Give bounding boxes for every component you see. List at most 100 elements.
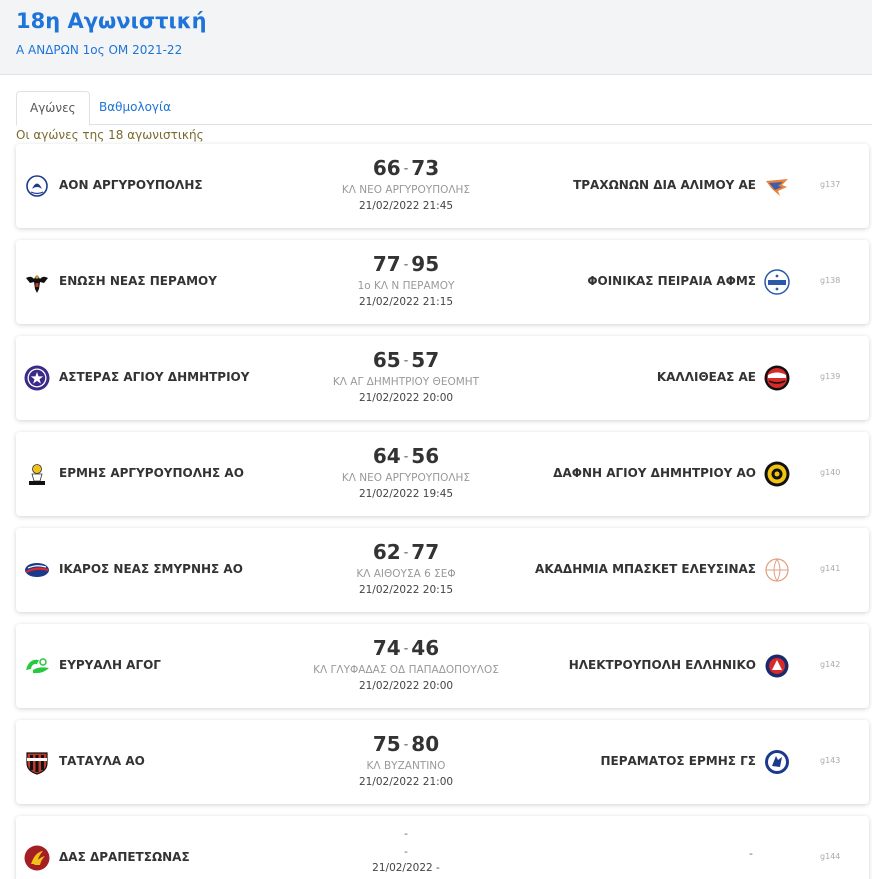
away-team: ΠΕΡΑΜΑΤΟΣ ΕΡΜΗΣ ΓΣ <box>600 754 756 768</box>
home-score: 75 <box>372 732 401 756</box>
match-card[interactable]: ΤΑΤΑΥΛΑ ΑΟ 75-80 ΚΛ ΒΥΖΑΝΤΙΝΟ 21/02/2022… <box>16 720 869 804</box>
away-score: 95 <box>411 252 440 276</box>
page-header: 18η Αγωνιστική Α ΑΝΔΡΩΝ 1ος ΟΜ 2021-22 <box>0 0 872 75</box>
score-separator: - <box>403 642 409 655</box>
match-result: 66-73 ΚΛ ΝΕΟ ΑΡΓΥΡΟΥΠΟΛΗΣ 21/02/2022 21:… <box>256 154 556 216</box>
away-team: ΔΑΦΝΗ ΑΓΙΟΥ ΔΗΜΗΤΡΙΟΥ ΑΟ <box>553 466 756 480</box>
venue: ΚΛ ΑΓ ΔΗΜΗΤΡΙΟΥ ΘΕΟΜΗΤ <box>332 376 480 388</box>
score-separator: - <box>403 258 409 271</box>
match-card[interactable]: ΕΝΩΣΗ ΝΕΑΣ ΠΕΡΑΜΟΥ 77-95 1ο ΚΛ Ν ΠΕΡΑΜΟΥ… <box>16 240 869 324</box>
tab-games[interactable]: Αγώνες <box>16 91 90 126</box>
match-card[interactable]: ΑΣΤΕΡΑΣ ΑΓΙΟΥ ΔΗΜΗΤΡΙΟΥ 65-57 ΚΛ ΑΓ ΔΗΜΗ… <box>16 336 869 420</box>
score: 62-77 <box>256 538 556 566</box>
game-id: g142 <box>820 660 841 669</box>
venue: ΚΛ ΝΕΟ ΑΡΓΥΡΟΥΠΟΛΗΣ <box>341 184 471 196</box>
score-separator: - <box>403 546 409 559</box>
game-id: g139 <box>820 372 841 381</box>
tab-standings[interactable]: Βαθμολογία <box>86 91 184 125</box>
home-team: ΕΡΜΗΣ ΑΡΓΥΡΟΥΠΟΛΗΣ ΑΟ <box>59 466 244 480</box>
score: 77-95 <box>256 250 556 278</box>
match-card[interactable]: ΑΟΝ ΑΡΓΥΡΟΥΠΟΛΗΣ 66-73 ΚΛ ΝΕΟ ΑΡΓΥΡΟΥΠΟΛ… <box>16 144 869 228</box>
peramatos-crest-icon <box>765 750 789 774</box>
venue: ΚΛ ΑΙΘΟΥΣΑ 6 ΣΕΦ <box>356 568 456 580</box>
tatavla-shield-icon <box>26 752 48 775</box>
match-result: 74-46 ΚΛ ΓΛΥΦΑΔΑΣ ΟΔ ΠΑΠΑΔΟΠΟΥΛΟΣ 21/02/… <box>256 634 556 696</box>
tab-bar: Αγώνες Βαθμολογία <box>16 91 872 126</box>
match-card[interactable]: ΙΚΑΡΟΣ ΝΕΑΣ ΣΜΥΡΝΗΣ ΑΟ 62-77 ΚΛ ΑΙΘΟΥΣΑ … <box>16 528 869 612</box>
score-separator: - <box>403 162 409 175</box>
match-result: 65-57 ΚΛ ΑΓ ΔΗΜΗΤΡΙΟΥ ΘΕΟΜΗΤ 21/02/2022 … <box>256 346 556 408</box>
drapetsona-crest-icon <box>24 845 50 871</box>
match-card[interactable]: ΕΡΜΗΣ ΑΡΓΥΡΟΥΠΟΛΗΣ ΑΟ 64-56 ΚΛ ΝΕΟ ΑΡΓΥΡ… <box>16 432 869 516</box>
home-score: 77 <box>372 252 401 276</box>
score-separator: - <box>403 450 409 463</box>
game-id: g137 <box>820 180 841 189</box>
eagle-crest-icon <box>26 275 48 293</box>
away-score: 56 <box>411 444 440 468</box>
score: 74-46 <box>256 634 556 662</box>
ikaros-crest-icon <box>25 563 49 577</box>
away-score: 57 <box>411 348 440 372</box>
match-datetime: 21/02/2022 - <box>372 862 440 874</box>
home-team: ΤΑΤΑΥΛΑ ΑΟ <box>59 754 145 768</box>
away-score: 77 <box>411 540 440 564</box>
venue-placeholder: - <box>404 846 408 858</box>
match-datetime: 21/02/2022 19:45 <box>358 488 454 500</box>
score: 65-57 <box>256 346 556 374</box>
home-team: ΔΑΣ ΔΡΑΠΕΤΣΩΝΑΣ <box>59 850 190 864</box>
match-datetime: 21/02/2022 20:00 <box>358 392 454 404</box>
home-score: 74 <box>372 636 401 660</box>
aon-crest-icon <box>26 175 48 197</box>
match-datetime: 21/02/2022 21:15 <box>358 296 454 308</box>
away-team: ΑΚΑΔΗΜΙΑ ΜΠΑΣΚΕΤ ΕΛΕΥΣΙΝΑΣ <box>535 562 756 576</box>
match-card[interactable]: ΕΥΡΥΑΛΗ ΑΓΟΓ 74-46 ΚΛ ΓΛΥΦΑΔΑΣ ΟΔ ΠΑΠΑΔΟ… <box>16 624 869 708</box>
match-result: 77-95 1ο ΚΛ Ν ΠΕΡΑΜΟΥ 21/02/2022 21:15 <box>256 250 556 312</box>
match-datetime: 21/02/2022 21:45 <box>358 200 454 212</box>
score: 75-80 <box>256 730 556 758</box>
kallithea-crest-icon <box>764 365 790 391</box>
home-team: ΕΝΩΣΗ ΝΕΑΣ ΠΕΡΑΜΟΥ <box>59 274 217 288</box>
score: 64-56 <box>256 442 556 470</box>
star-crest-icon <box>24 365 50 391</box>
away-score: 46 <box>411 636 440 660</box>
away-team: - <box>749 847 753 860</box>
page-title: 18η Αγωνιστική <box>16 9 207 33</box>
away-score: 80 <box>411 732 440 756</box>
evryali-green-icon <box>26 658 49 674</box>
game-id: g143 <box>820 756 841 765</box>
score: 66-73 <box>256 154 556 182</box>
home-team: ΕΥΡΥΑΛΗ ΑΓΟΓ <box>59 658 161 672</box>
home-score: 62 <box>372 540 401 564</box>
trachones-bird-icon <box>766 179 788 196</box>
venue: 1ο ΚΛ Ν ΠΕΡΑΜΟΥ <box>357 280 455 292</box>
game-id: g138 <box>820 276 841 285</box>
game-id: g140 <box>820 468 841 477</box>
venue: ΚΛ ΓΛΥΦΑΔΑΣ ΟΔ ΠΑΠΑΔΟΠΟΥΛΟΣ <box>313 664 499 676</box>
match-result: 64-56 ΚΛ ΝΕΟ ΑΡΓΥΡΟΥΠΟΛΗΣ 21/02/2022 19:… <box>256 442 556 504</box>
away-team: ΚΑΛΛΙΘΕΑΣ ΑΕ <box>656 370 756 384</box>
games-intro: Οι αγώνες της 18 αγωνιστικής <box>16 128 204 142</box>
home-team: ΙΚΑΡΟΣ ΝΕΑΣ ΣΜΥΡΝΗΣ ΑΟ <box>59 562 243 576</box>
score-separator: - <box>403 354 409 367</box>
match-datetime: 21/02/2022 20:15 <box>358 584 454 596</box>
foinikas-1949-icon <box>764 269 790 295</box>
ermis-crest-icon <box>29 464 45 485</box>
home-score: 64 <box>372 444 401 468</box>
match-result: 75-80 ΚΛ ΒΥΖΑΝΤΙΝΟ 21/02/2022 21:00 <box>256 730 556 792</box>
score-placeholder: - <box>404 827 408 840</box>
match-datetime: 21/02/2022 21:00 <box>358 776 454 788</box>
match-result: 62-77 ΚΛ ΑΙΘΟΥΣΑ 6 ΣΕΦ 21/02/2022 20:15 <box>256 538 556 600</box>
match-result: - - 21/02/2022 - <box>256 824 556 878</box>
home-score: 66 <box>372 156 401 180</box>
venue: ΚΛ ΝΕΟ ΑΡΓΥΡΟΥΠΟΛΗΣ <box>341 472 471 484</box>
home-team: ΑΣΤΕΡΑΣ ΑΓΙΟΥ ΔΗΜΗΤΡΙΟΥ <box>59 370 250 384</box>
page-subtitle: Α ΑΝΔΡΩΝ 1ος ΟΜ 2021-22 <box>16 43 183 57</box>
home-team: ΑΟΝ ΑΡΓΥΡΟΥΠΟΛΗΣ <box>59 178 203 192</box>
away-team: ΦΟΙΝΙΚΑΣ ΠΕΙΡΑΙΑ ΑΦΜΣ <box>587 274 756 288</box>
venue: ΚΛ ΒΥΖΑΝΤΙΝΟ <box>366 760 446 772</box>
game-id: g141 <box>820 564 841 573</box>
game-id: g144 <box>820 852 841 861</box>
match-card[interactable]: ΔΑΣ ΔΡΑΠΕΤΣΩΝΑΣ - - 21/02/2022 - - g144 <box>16 816 869 879</box>
ilektroupoli-crest-icon <box>765 654 789 678</box>
basketball-outline-icon <box>765 558 789 582</box>
